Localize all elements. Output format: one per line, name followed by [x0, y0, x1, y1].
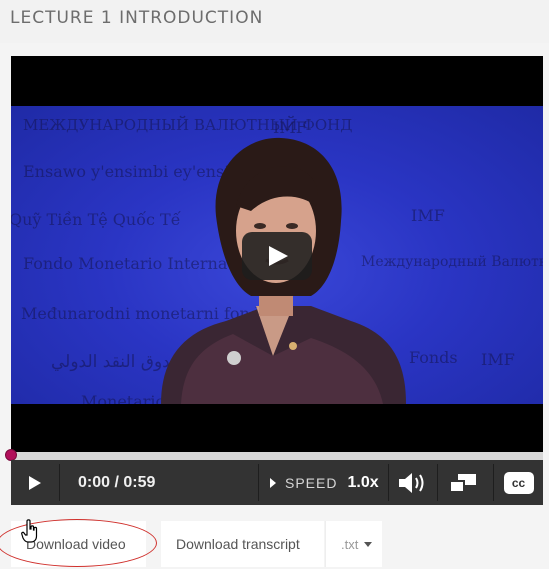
time-display: 0:00 / 0:59 — [78, 460, 155, 505]
resize-icon — [449, 473, 476, 493]
play-icon — [29, 475, 41, 490]
chevron-down-icon — [364, 541, 373, 547]
download-transcript-label: Download transcript — [176, 536, 300, 552]
cc-icon: cc — [503, 471, 534, 494]
speed-label: SPEED — [285, 474, 338, 491]
cc-button[interactable]: cc — [494, 460, 543, 505]
download-transcript-button[interactable]: Download transcript — [161, 521, 324, 567]
speed-button[interactable]: SPEED 1.0x — [269, 460, 379, 505]
page-title: LECTURE 1 INTRODUCTION — [10, 8, 264, 28]
time-display-text: 0:00 / 0:59 — [78, 473, 156, 491]
video-player[interactable]: MEЖДУНАРОДНЫЙ ВАЛЮТНЫЙ ФОНД IMF Ensawo y… — [5, 56, 543, 505]
fullscreen-button[interactable] — [438, 460, 488, 505]
caret-right-icon — [270, 477, 276, 488]
page-header: LECTURE 1 INTRODUCTION — [0, 0, 549, 43]
video-play-overlay-button[interactable] — [242, 232, 312, 280]
hand-cursor-icon — [21, 519, 38, 543]
video-frame[interactable]: MEЖДУНАРОДНЫЙ ВАЛЮТНЫЙ ФОНД IMF Ensawo y… — [11, 106, 543, 404]
speed-value: 1.0x — [347, 473, 379, 491]
download-video-label: Download video — [26, 536, 126, 552]
cc-label: cc — [511, 475, 526, 490]
divider — [59, 464, 60, 501]
play-icon — [269, 246, 288, 266]
volume-button[interactable] — [389, 460, 437, 505]
transcript-format-value: .txt — [341, 536, 359, 552]
volume-icon — [399, 472, 424, 493]
progress-bar[interactable] — [5, 449, 543, 461]
transcript-format-select[interactable]: .txt — [325, 521, 382, 567]
player-controls: 0:00 / 0:59 SPEED 1.0x cc — [11, 460, 543, 505]
divider — [258, 464, 259, 501]
play-button[interactable] — [11, 460, 59, 505]
